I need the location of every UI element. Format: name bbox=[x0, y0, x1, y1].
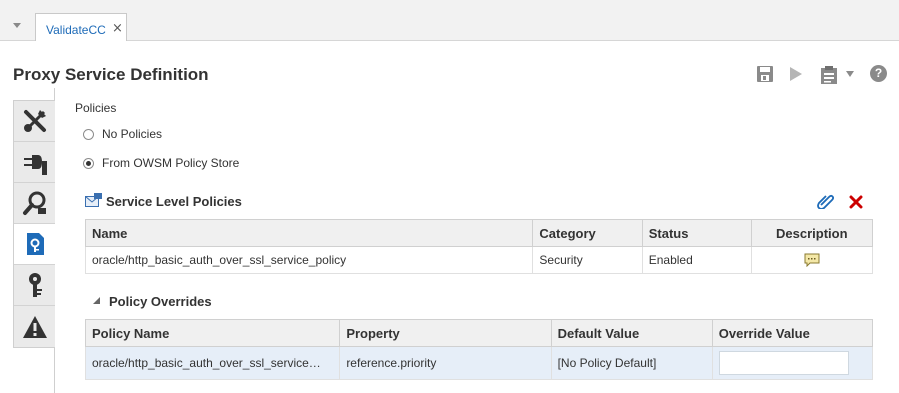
column-header-category[interactable]: Category bbox=[532, 219, 643, 247]
tools-icon[interactable] bbox=[14, 101, 55, 142]
table-row[interactable]: oracle/http_basic_auth_over_ssl_service_… bbox=[84, 246, 874, 274]
attach-policy-icon[interactable] bbox=[816, 193, 834, 209]
cell-description bbox=[750, 246, 874, 274]
column-header-default-value[interactable]: Default Value bbox=[550, 319, 713, 347]
column-header-description[interactable]: Description bbox=[750, 219, 874, 247]
close-icon[interactable]: × bbox=[112, 21, 123, 36]
warning-icon[interactable] bbox=[14, 306, 55, 347]
table-header-row: Name Category Status Description bbox=[84, 219, 874, 247]
vertical-tab-bar bbox=[13, 100, 55, 348]
column-header-policy-name[interactable]: Policy Name bbox=[84, 319, 341, 347]
radio-owsm-policy-store[interactable]: From OWSM Policy Store bbox=[83, 155, 239, 171]
radio-button[interactable] bbox=[83, 157, 94, 169]
tab-strip: ValidateCC × bbox=[0, 0, 899, 41]
search-icon[interactable] bbox=[14, 183, 55, 224]
plug-icon[interactable] bbox=[14, 142, 55, 183]
radio-label: From OWSM Policy Store bbox=[102, 156, 240, 170]
radio-label: No Policies bbox=[102, 127, 163, 141]
cell-status: Enabled bbox=[641, 246, 752, 274]
column-header-status[interactable]: Status bbox=[641, 219, 752, 247]
tab-menu-chevron-icon[interactable] bbox=[13, 23, 21, 28]
cell-policy-name: oracle/http_basic_auth_over_ssl_service… bbox=[84, 346, 341, 380]
policy-overrides-title[interactable]: Policy Overrides bbox=[109, 294, 212, 309]
radio-button[interactable] bbox=[83, 128, 94, 140]
delete-icon[interactable] bbox=[849, 195, 863, 209]
page-title: Proxy Service Definition bbox=[13, 65, 209, 84]
column-header-override-value[interactable]: Override Value bbox=[711, 319, 874, 347]
table-header-row: Policy Name Property Default Value Overr… bbox=[84, 319, 874, 347]
help-icon[interactable]: ? bbox=[870, 65, 887, 82]
save-icon[interactable] bbox=[756, 65, 774, 83]
policy-icon[interactable] bbox=[14, 224, 55, 265]
policies-label: Policies bbox=[75, 101, 117, 115]
cell-property: reference.priority bbox=[339, 346, 552, 380]
cell-policy-name: oracle/http_basic_auth_over_ssl_service_… bbox=[84, 246, 534, 274]
run-icon[interactable] bbox=[788, 65, 804, 83]
override-value-input[interactable] bbox=[718, 351, 849, 375]
tab-label[interactable]: ValidateCC bbox=[46, 23, 106, 37]
dropdown-icon[interactable] bbox=[845, 70, 855, 78]
cell-override-value bbox=[711, 346, 874, 380]
cell-category: Security bbox=[532, 246, 643, 274]
column-header-name[interactable]: Name bbox=[84, 219, 534, 247]
cell-default-value: [No Policy Default] bbox=[550, 346, 713, 380]
column-header-property[interactable]: Property bbox=[339, 319, 552, 347]
gears-icon[interactable] bbox=[14, 265, 55, 306]
comment-icon[interactable] bbox=[804, 253, 820, 268]
table-row[interactable]: oracle/http_basic_auth_over_ssl_service…… bbox=[84, 346, 874, 380]
service-level-policies-table: Name Category Status Description oracle/… bbox=[84, 219, 874, 274]
service-level-policies-title: Service Level Policies bbox=[106, 194, 242, 209]
clipboard-icon[interactable] bbox=[820, 65, 838, 85]
policies-list-icon bbox=[85, 193, 102, 207]
radio-no-policies[interactable]: No Policies bbox=[83, 126, 162, 142]
policy-overrides-table: Policy Name Property Default Value Overr… bbox=[84, 319, 874, 380]
tab-validatecc[interactable]: ValidateCC × bbox=[35, 13, 127, 41]
collapse-triangle-icon[interactable] bbox=[92, 296, 101, 305]
